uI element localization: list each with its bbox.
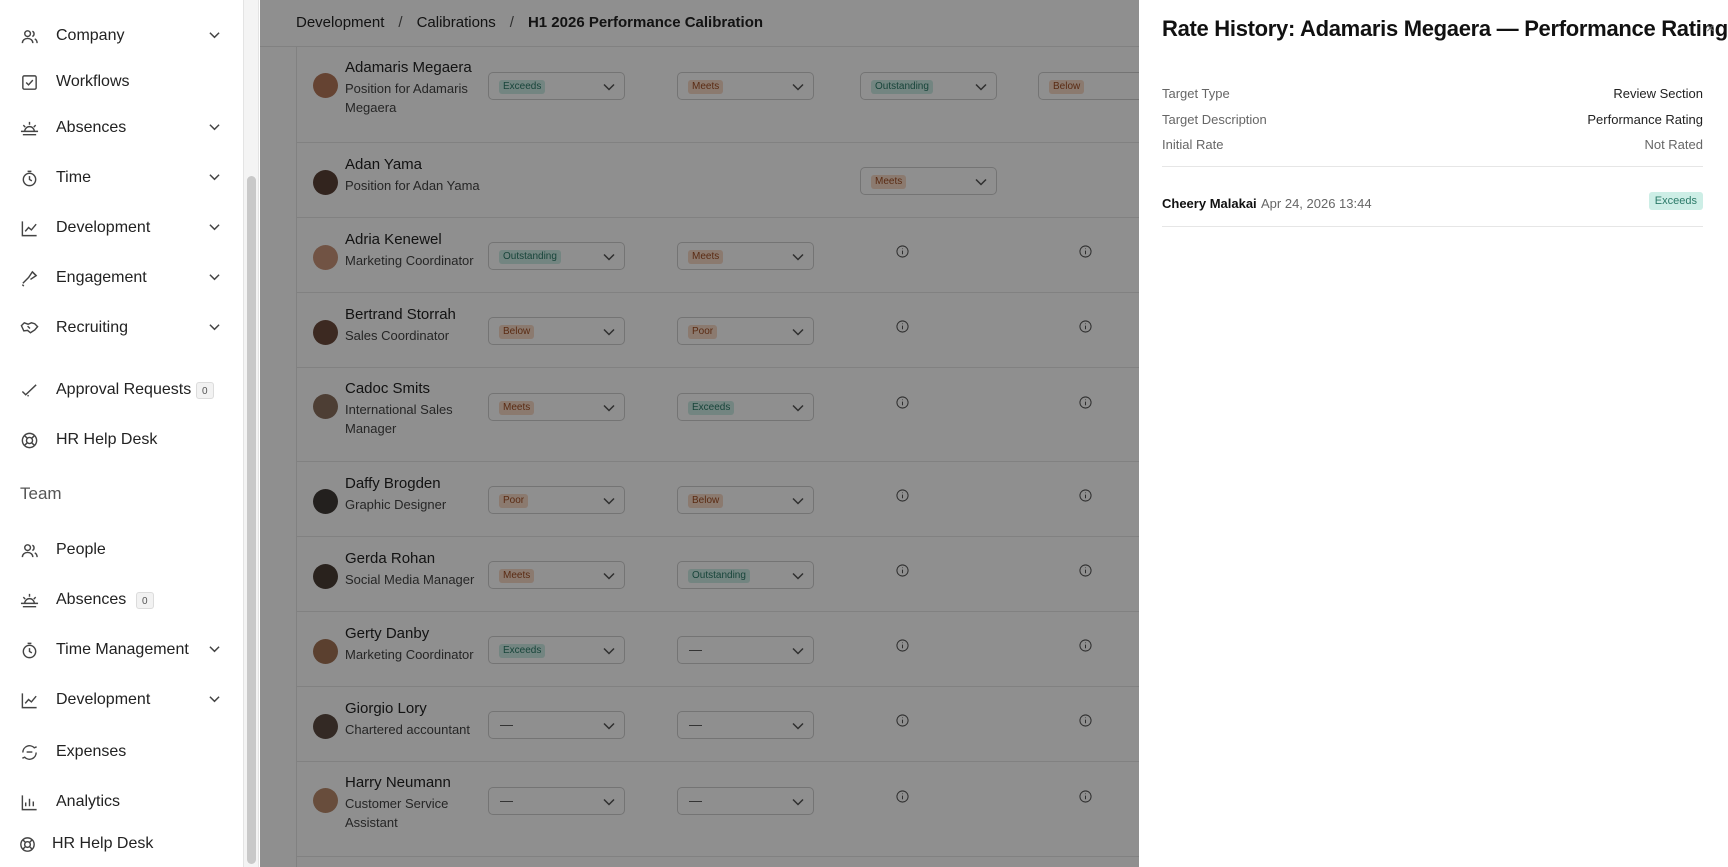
sidebar-item-development[interactable]: Development [0, 208, 238, 248]
sidebar-item-label: Absences [56, 591, 127, 608]
sidebar-item-label: Company [56, 27, 125, 44]
sidebar-item-label: Development [56, 219, 151, 236]
handshake-icon [20, 319, 39, 338]
sidebar-item-label: Absences [56, 119, 127, 136]
sidebar-item-analytics[interactable]: Analytics [0, 782, 238, 822]
sidebar-item-time[interactable]: Time [0, 158, 238, 198]
target-type-value: Review Section [1613, 86, 1703, 101]
sidebar-item-label: HR Help Desk [52, 835, 154, 852]
sidebar-item-label: Expenses [56, 743, 127, 760]
sidebar-item-workflows[interactable]: Workflows [0, 62, 238, 102]
users-icon [20, 541, 39, 560]
drawer-divider [1162, 166, 1703, 167]
sidebar-item-label: Approval Requests [56, 381, 192, 398]
history-divider [1162, 226, 1703, 227]
sidebar: Company Workflows Absences Time Developm… [0, 0, 244, 867]
check-icon [20, 381, 39, 400]
sidebar-item-label: Workflows [56, 73, 130, 90]
close-icon[interactable]: × [1706, 20, 1715, 37]
sidebar-item-label: HR Help Desk [56, 431, 158, 448]
chevron-down-icon [209, 223, 220, 231]
sidebar-item-recruiting[interactable]: Recruiting [0, 308, 238, 348]
chart-line-icon [20, 691, 39, 710]
modal-backdrop[interactable] [260, 0, 1140, 867]
bar-chart-icon [20, 793, 39, 812]
absences-count-badge: 0 [136, 592, 154, 609]
history-timestamp: Apr 24, 2026 13:44 [1261, 196, 1372, 211]
chevron-down-icon [209, 173, 220, 181]
drawer-title: Rate History: Adamaris Megaera — Perform… [1162, 16, 1728, 41]
chart-line-icon [20, 219, 39, 238]
chevron-down-icon [209, 273, 220, 281]
sidebar-item-label: Time Management [56, 641, 189, 658]
sidebar-item-label: Engagement [56, 269, 147, 286]
chevron-down-icon [209, 31, 220, 39]
sidebar-item-company[interactable]: Company [0, 16, 238, 56]
chevron-down-icon [209, 323, 220, 331]
app-root: Company Workflows Absences Time Developm… [0, 0, 1728, 867]
sidebar-item-label: Development [56, 691, 151, 708]
history-user: Cheery Malakai [1162, 196, 1257, 211]
sidebar-scrollbar-thumb[interactable] [247, 176, 256, 864]
sidebar-item-approval-requests[interactable]: Approval Requests 0 [0, 370, 238, 410]
sidebar-item-team-development[interactable]: Development [0, 680, 238, 720]
wallet-icon [20, 743, 39, 762]
chevron-down-icon [209, 645, 220, 653]
users-icon [20, 27, 39, 46]
sidebar-item-time-management[interactable]: Time Management [0, 630, 238, 670]
lifebuoy-icon [18, 835, 37, 854]
lifebuoy-icon [20, 431, 39, 450]
chevron-down-icon [209, 123, 220, 131]
initial-rate-label: Initial Rate [1162, 137, 1224, 152]
sidebar-item-team-absences[interactable]: Absences 0 [0, 580, 238, 620]
sunrise-icon [20, 591, 39, 610]
megaphone-icon [20, 269, 39, 288]
sidebar-item-label: Analytics [56, 793, 121, 810]
sidebar-item-label: People [56, 541, 106, 558]
calibration-main: Development / Calibrations / H1 2026 Per… [260, 0, 1140, 867]
chevron-down-icon [209, 695, 220, 703]
sidebar-item-absences[interactable]: Absences [0, 108, 238, 148]
stopwatch-icon [20, 169, 39, 188]
target-description-label: Target Description [1162, 112, 1267, 127]
approval-count-badge: 0 [196, 382, 214, 399]
sidebar-item-label: Time [56, 169, 91, 186]
history-rating-badge: Exceeds [1648, 192, 1703, 210]
sidebar-item-engagement[interactable]: Engagement [0, 258, 238, 298]
checkbox-icon [20, 73, 39, 92]
sidebar-item-team-hr-help-desk[interactable]: HR Help Desk [0, 824, 238, 864]
sidebar-item-people[interactable]: People [0, 530, 238, 570]
sunrise-icon [20, 119, 39, 138]
team-section-heading: Team [20, 484, 62, 503]
stopwatch-icon [20, 641, 39, 660]
target-description-value: Performance Rating [1587, 112, 1703, 127]
sidebar-item-label: Recruiting [56, 319, 129, 336]
initial-rate-value: Not Rated [1644, 137, 1703, 152]
sidebar-item-hr-help-desk[interactable]: HR Help Desk [0, 420, 238, 460]
sidebar-item-expenses[interactable]: Expenses [0, 732, 238, 772]
rate-history-drawer: Rate History: Adamaris Megaera — Perform… [1139, 0, 1728, 867]
target-type-label: Target Type [1162, 86, 1230, 101]
